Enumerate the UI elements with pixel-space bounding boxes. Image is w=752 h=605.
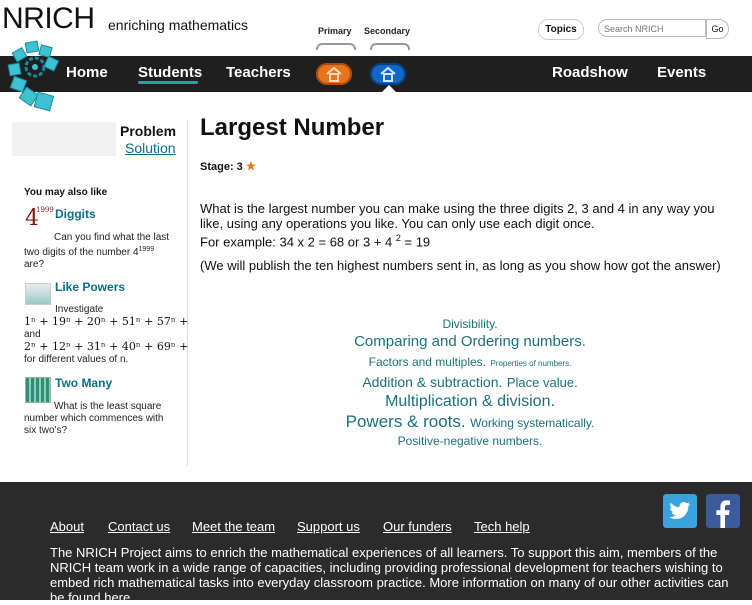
diggits-desc-tail: are? [24,259,45,271]
also-like-heading: You may also like [24,187,108,198]
tab-problem[interactable]: Problem [120,123,176,139]
primary-home-button[interactable] [316,63,352,85]
related-two-many-link[interactable]: Two Many [55,376,112,390]
like-powers-expr1: 1ⁿ + 19ⁿ + 20ⁿ + 51ⁿ + 57ⁿ + 80ⁿ [24,315,188,327]
twitter-icon[interactable] [663,494,697,528]
related-like-powers-link[interactable]: Like Powers [55,280,125,294]
star-icon [245,161,256,171]
related-two-many-text: What is the least square number which co… [24,401,170,437]
nav-active-underline [138,81,198,84]
problem-paragraph-2: For example: 34 x 2 = 68 or 3 + 4 2 = 19 [200,231,740,249]
like-powers-tail: for different values of n. [24,354,129,365]
tag-factors-multiples[interactable]: Factors and multiples. [369,352,486,372]
footer-link-contact[interactable]: Contact us [108,519,170,534]
tag-addition-subtraction[interactable]: Addition & subtraction. [362,372,502,392]
page-title: Largest Number [200,114,385,141]
tag-multiplication-division[interactable]: Multiplication & division. [385,392,555,411]
tag-comparing-ordering[interactable]: Comparing and Ordering numbers. [354,332,586,352]
house-icon [380,66,396,82]
level-primary-label[interactable]: Primary [318,26,352,36]
example-prefix: For example: 34 x 2 = 68 or 3 + 4 [200,234,393,250]
secondary-home-button[interactable] [370,63,406,85]
facebook-icon[interactable] [706,494,740,528]
nav-teachers[interactable]: Teachers [226,64,291,81]
two-many-thumbnail[interactable] [25,377,51,403]
search-go-button[interactable]: Go [706,19,729,39]
nav-events[interactable]: Events [657,64,706,81]
tab-solution[interactable]: Solution [125,140,176,156]
nav-students[interactable]: Students [138,64,202,81]
footer-link-team[interactable]: Meet the team [192,519,275,534]
related-diggits-text: Can you find what the last two digits of… [24,232,174,271]
tag-powers-roots[interactable]: Powers & roots. [346,411,466,432]
related-diggits-link[interactable]: Diggits [55,207,96,221]
topics-button[interactable]: Topics [538,19,584,40]
footer-link-support[interactable]: Support us [297,519,360,534]
like-powers-expr2-clip: 2ⁿ + 12ⁿ + 31ⁿ + 40ⁿ + 69ⁿ + 71ⁿ [24,340,188,352]
secondary-bracket [370,43,410,50]
nav-roadshow[interactable]: Roadshow [552,64,628,81]
tag-working-systematically[interactable]: Working systematically. [470,413,594,434]
house-icon [326,66,342,82]
tag-properties-of-numbers[interactable]: Properties of numbers. [490,354,571,374]
footer-link-about[interactable]: About [50,519,84,534]
primary-bracket [316,43,356,50]
footer-link-tech-help[interactable]: Tech help [474,519,530,534]
stage-label: Stage: 3 [200,161,243,173]
site-footer: About Contact us Meet the team Support u… [0,482,752,605]
like-powers-expr1-clip: 1ⁿ + 19ⁿ + 20ⁿ + 51ⁿ + 57ⁿ + 80ⁿ [24,315,188,327]
header: NRICH enriching mathematics Primary Seco… [0,0,752,56]
footer-link-funders[interactable]: Our funders [383,519,452,534]
diggits-thumbnail[interactable]: 4 1999 [24,204,54,232]
tab-background [12,122,116,156]
site-brand[interactable]: NRICH [2,2,95,36]
like-powers-thumbnail[interactable] [25,283,51,305]
example-exponent: 2 [395,233,401,243]
main-nav: Home Students Teachers Roadshow Events [0,56,752,92]
tag-divisibility[interactable]: Divisibility. [442,316,497,332]
stage-indicator: Stage: 3 [200,161,256,173]
diggits-thumb-exponent: 1999 [36,206,54,214]
problem-paragraph-3: (We will publish the ten highest numbers… [200,258,721,273]
two-many-desc: What is the least square number which co… [24,401,164,436]
diggits-desc-exponent: 1999 [138,246,155,253]
site-tagline: enriching mathematics [108,17,249,33]
nrich-logo-icon[interactable] [6,40,62,112]
topic-tag-cloud: Divisibility. Comparing and Ordering num… [188,316,752,450]
like-powers-expr2: 2ⁿ + 12ⁿ + 31ⁿ + 40ⁿ + 69ⁿ + 71ⁿ [24,340,188,352]
level-secondary-label[interactable]: Secondary [364,26,410,36]
search-input[interactable]: Search NRICH [598,19,706,37]
tag-place-value[interactable]: Place value. [507,373,578,393]
nav-home[interactable]: Home [66,64,108,81]
footer-description: The NRICH Project aims to enrich the mat… [50,545,729,605]
problem-paragraph-1: What is the largest number you can make … [200,201,715,231]
tag-positive-negative[interactable]: Positive-negative numbers. [398,432,543,450]
example-suffix: = 19 [404,234,431,250]
active-caret-icon [382,85,396,92]
